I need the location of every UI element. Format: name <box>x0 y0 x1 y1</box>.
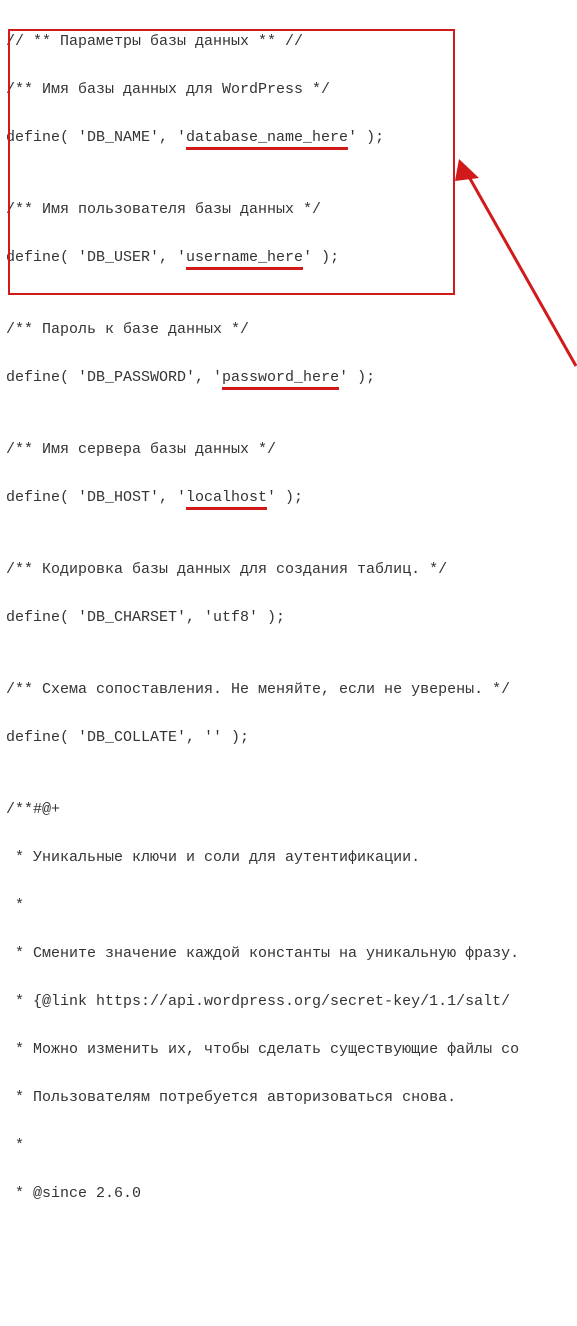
code-line: define( 'DB_USER', 'username_here' ); <box>6 246 577 270</box>
code-line: /** Имя пользователя базы данных */ <box>6 198 577 222</box>
code-line: * Смените значение каждой константы на у… <box>6 942 577 966</box>
code-text: ' ); <box>303 249 339 266</box>
code-line: * <box>6 1134 577 1158</box>
code-line: * Можно изменить их, чтобы сделать сущес… <box>6 1038 577 1062</box>
code-line: /** Схема сопоставления. Не меняйте, есл… <box>6 678 577 702</box>
code-line: * Уникальные ключи и соли для аутентифик… <box>6 846 577 870</box>
db-name-value: database_name_here <box>186 129 348 150</box>
code-line: /**#@+ <box>6 798 577 822</box>
code-block: // ** Параметры базы данных ** // /** Им… <box>6 6 577 1326</box>
code-text: ' ); <box>267 489 303 506</box>
code-line: /** Пароль к базе данных */ <box>6 318 577 342</box>
code-line: * @since 2.6.0 <box>6 1182 577 1206</box>
code-line: * <box>6 894 577 918</box>
code-line: define( 'DB_COLLATE', '' ); <box>6 726 577 750</box>
code-line: // ** Параметры базы данных ** // <box>6 30 577 54</box>
code-line: define( 'DB_PASSWORD', 'password_here' )… <box>6 366 577 390</box>
code-line: /** Кодировка базы данных для создания т… <box>6 558 577 582</box>
code-line: define( 'DB_HOST', 'localhost' ); <box>6 486 577 510</box>
code-line: * {@link https://api.wordpress.org/secre… <box>6 990 577 1014</box>
code-line: define( 'DB_CHARSET', 'utf8' ); <box>6 606 577 630</box>
db-password-value: password_here <box>222 369 339 390</box>
code-line: /** Имя сервера базы данных */ <box>6 438 577 462</box>
db-user-value: username_here <box>186 249 303 270</box>
code-line: /** Имя базы данных для WordPress */ <box>6 78 577 102</box>
db-host-value: localhost <box>186 489 267 510</box>
code-text: define( 'DB_PASSWORD', ' <box>6 369 222 386</box>
code-text: ' ); <box>348 129 384 146</box>
code-line: * Пользователям потребуется авторизовать… <box>6 1086 577 1110</box>
code-text: define( 'DB_USER', ' <box>6 249 186 266</box>
code-line: define( 'DB_NAME', 'database_name_here' … <box>6 126 577 150</box>
code-text: ' ); <box>339 369 375 386</box>
code-text: define( 'DB_NAME', ' <box>6 129 186 146</box>
code-text: define( 'DB_HOST', ' <box>6 489 186 506</box>
